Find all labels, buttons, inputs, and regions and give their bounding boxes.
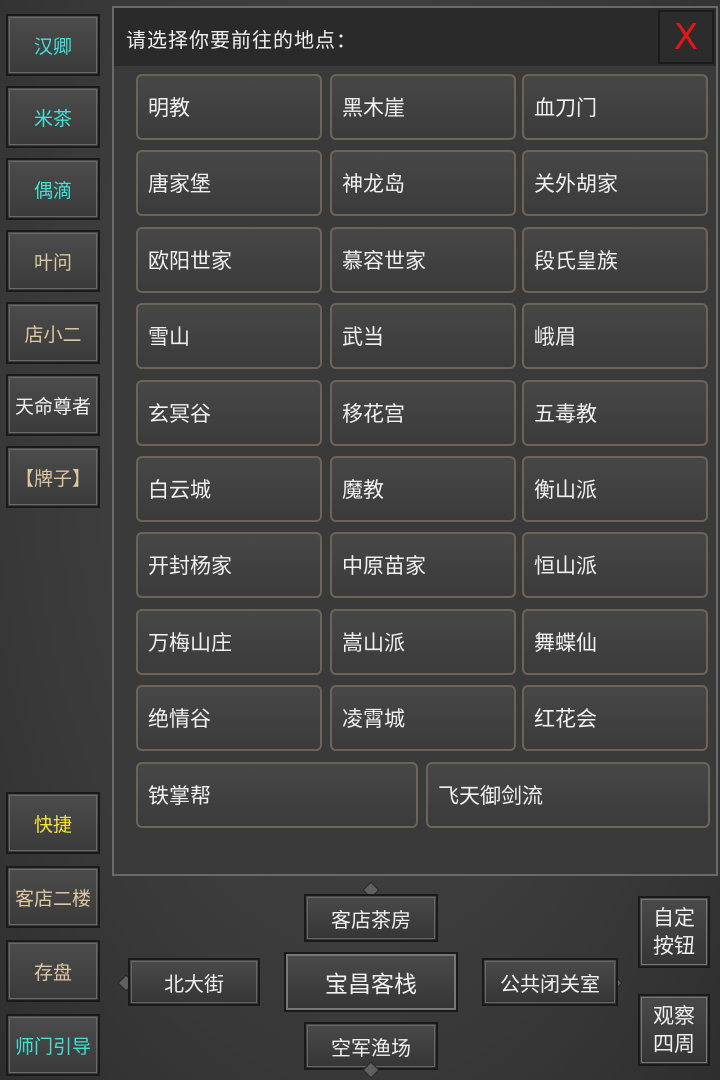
close-icon: X [673, 16, 699, 58]
location-button[interactable]: 中原苗家 [330, 532, 516, 599]
location-button[interactable]: 万梅山庄 [136, 608, 322, 675]
current-location-button[interactable]: 宝昌客栈 [284, 952, 458, 1012]
master-guide-button[interactable]: 师门引导 [6, 1014, 100, 1076]
dialog-title: 请选择你要前往的地点： [126, 28, 357, 52]
sidebar-item-dianxiaoer[interactable]: 店小二 [6, 302, 100, 364]
location-button[interactable]: 飞天御剑流 [426, 761, 710, 828]
location-button[interactable]: 慕容世家 [330, 226, 516, 293]
location-button[interactable]: 恒山派 [522, 532, 708, 599]
save-button[interactable]: 存盘 [6, 940, 100, 1002]
location-button[interactable]: 雪山 [136, 303, 322, 370]
location-button[interactable]: 黑木崖 [330, 74, 516, 140]
location-button[interactable]: 明教 [136, 74, 322, 140]
location-button[interactable]: 嵩山派 [330, 608, 516, 675]
location-button[interactable]: 魔教 [330, 456, 516, 522]
sidebar-item-tianmingzunzhe[interactable]: 天命尊者 [6, 374, 100, 436]
inn-second-floor-button[interactable]: 客店二楼 [6, 866, 100, 928]
location-button[interactable]: 舞蝶仙 [522, 608, 708, 675]
observe-button[interactable]: 观察 四周 [638, 994, 710, 1066]
location-button[interactable]: 五毒教 [522, 379, 708, 446]
location-button[interactable]: 移花宫 [330, 379, 516, 446]
location-dialog: 请选择你要前往的地点： X 古墓灵鹫宫星宿明教黑木崖血刀门唐家堡神龙岛关外胡家欧… [112, 6, 718, 876]
location-button[interactable]: 绝情谷 [136, 685, 322, 752]
sidebar-item-yewen[interactable]: 叶问 [6, 230, 100, 292]
sidebar-item-paizi[interactable]: 【牌子】 [6, 446, 100, 508]
location-button[interactable]: 武当 [330, 303, 516, 370]
shortcut-button[interactable]: 快捷 [6, 792, 100, 854]
sidebar-item-oudi[interactable]: 偶滴 [6, 158, 100, 220]
location-button[interactable]: 凌霄城 [330, 685, 516, 752]
close-button[interactable]: X [658, 10, 714, 64]
sidebar-item-hanqing[interactable]: 汉卿 [6, 14, 100, 76]
location-button[interactable]: 神龙岛 [330, 150, 516, 217]
sidebar-item-micha[interactable]: 米茶 [6, 86, 100, 148]
dialog-header: 请选择你要前往的地点： X [114, 8, 716, 66]
location-button[interactable]: 血刀门 [522, 74, 708, 140]
location-button[interactable]: 玄冥谷 [136, 379, 322, 446]
location-button[interactable]: 铁掌帮 [136, 761, 418, 828]
location-button[interactable]: 开封杨家 [136, 532, 322, 599]
location-button[interactable]: 关外胡家 [522, 150, 708, 217]
nav-east-button[interactable]: 公共闭关室 [482, 958, 618, 1006]
location-button[interactable]: 白云城 [136, 456, 322, 522]
location-button[interactable]: 段氏皇族 [522, 226, 708, 293]
location-button[interactable]: 红花会 [522, 685, 708, 752]
sidebar: 汉卿 米茶 偶滴 叶问 店小二 天命尊者 【牌子】 快捷 客店二楼 存盘 师门引… [0, 0, 112, 1080]
location-button[interactable]: 唐家堡 [136, 150, 322, 217]
location-list[interactable]: 古墓灵鹫宫星宿明教黑木崖血刀门唐家堡神龙岛关外胡家欧阳世家慕容世家段氏皇族雪山武… [136, 66, 714, 864]
location-button[interactable]: 欧阳世家 [136, 226, 322, 293]
nav-north-button[interactable]: 客店茶房 [304, 894, 438, 942]
nav-west-button[interactable]: 北大街 [128, 958, 260, 1006]
custom-button[interactable]: 自定 按钮 [638, 896, 710, 968]
location-button[interactable]: 衡山派 [522, 456, 708, 522]
location-button[interactable]: 峨眉 [522, 303, 708, 370]
